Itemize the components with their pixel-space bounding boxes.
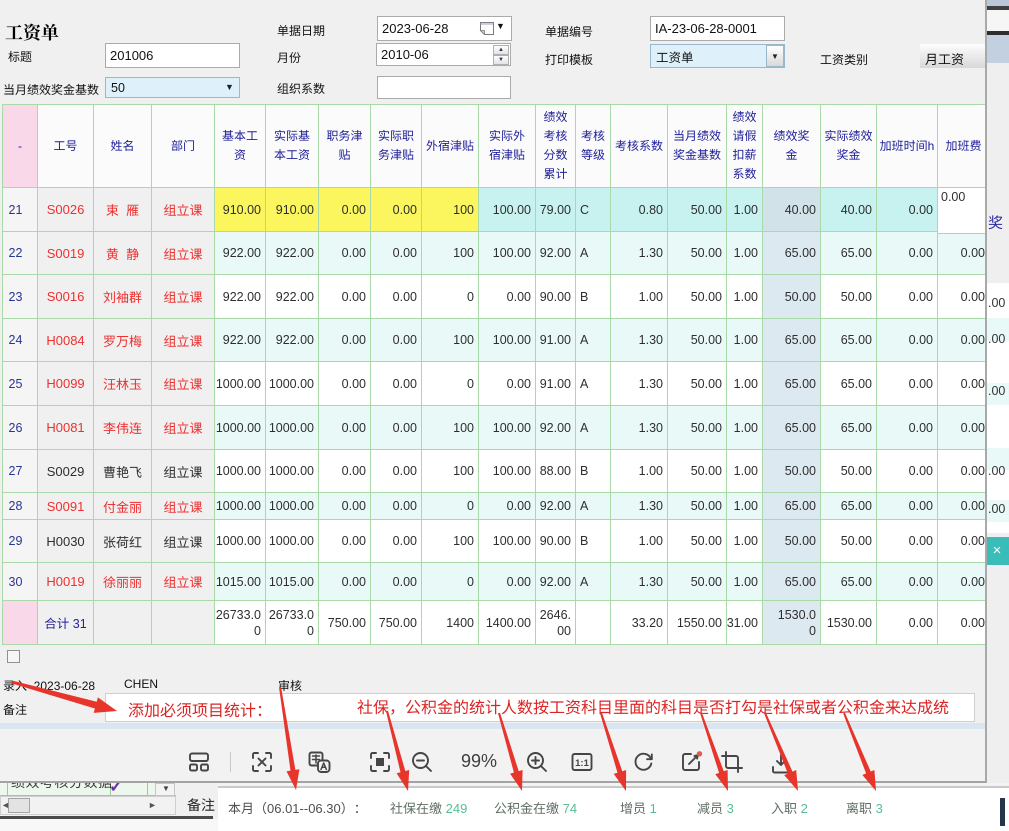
svg-text:1:1: 1:1 — [575, 758, 589, 769]
